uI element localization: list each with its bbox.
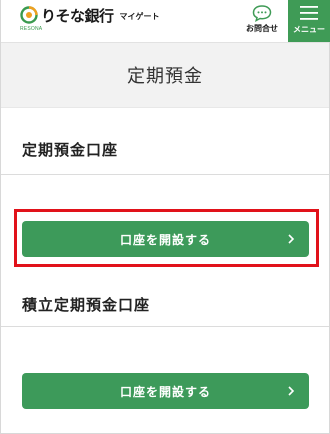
bank-name: りそな銀行 (41, 7, 114, 25)
resona-logo[interactable]: RESONA りそな銀行 マイゲート (20, 6, 160, 34)
hamburger-icon (300, 6, 318, 20)
divider (1, 326, 329, 327)
header: RESONA りそな銀行 マイゲート お問合せ メニュー (1, 0, 330, 43)
section-heading: 定期預金口座 (22, 141, 119, 159)
logo-subtext: RESONA (20, 26, 43, 32)
chevron-right-icon (288, 234, 295, 244)
contact-label: お問合せ (246, 24, 278, 33)
menu-label: メニュー (293, 25, 325, 34)
contact-button[interactable]: お問合せ (241, 4, 283, 38)
chat-bubble-icon (252, 5, 272, 22)
open-account-button[interactable]: 口座を開設する (22, 221, 309, 257)
title-band: 定期預金 (1, 43, 329, 108)
section-heading: 積立定期預金口座 (22, 296, 151, 314)
button-label: 口座を開設する (119, 232, 211, 247)
resona-logo-icon: RESONA (20, 6, 42, 32)
chevron-right-icon (288, 386, 295, 396)
page: RESONA りそな銀行 マイゲート お問合せ メニュー 定期預金 定期預金口座… (0, 0, 330, 434)
button-label: 口座を開設する (119, 384, 211, 399)
app-name: マイゲート (119, 12, 160, 21)
menu-button[interactable]: メニュー (288, 0, 330, 42)
page-title: 定期預金 (127, 66, 203, 87)
open-account-button[interactable]: 口座を開設する (22, 373, 309, 409)
divider (1, 174, 329, 175)
